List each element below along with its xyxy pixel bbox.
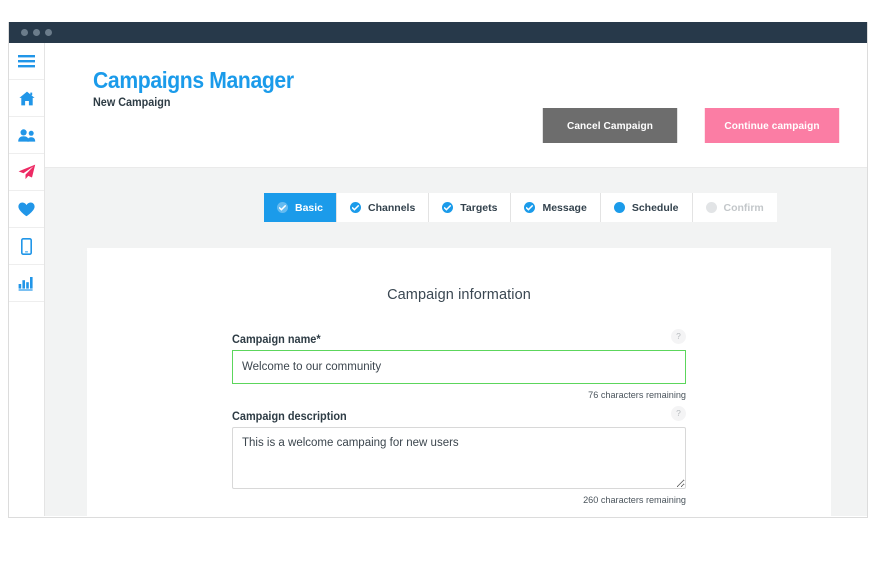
main-content: Campaigns Manager New Campaign Cancel Ca…: [45, 43, 867, 516]
check-circle-icon: [442, 202, 454, 213]
step-tabs: Basic Channels Targets Message Schedule Confi…: [264, 193, 777, 222]
sidebar-item-home[interactable]: [9, 80, 44, 117]
campaign-name-label-row: Campaign name* ?: [232, 329, 686, 348]
window-minimize-dot[interactable]: [33, 29, 40, 36]
heart-icon: [18, 202, 35, 217]
step-tab-label: Basic: [295, 201, 324, 214]
check-circle-icon: [524, 202, 536, 213]
step-tab-label: Message: [542, 201, 587, 214]
step-tab-label: Targets: [460, 201, 498, 214]
window-controls: [21, 29, 52, 36]
window-titlebar: [9, 22, 867, 43]
help-icon-campaign-name[interactable]: ?: [671, 329, 686, 344]
step-tab-label: Channels: [368, 201, 416, 214]
section-title: Campaign information: [387, 287, 531, 303]
header-actions: Cancel Campaign Continue campaign: [540, 108, 842, 143]
browser-window: Campaigns Manager New Campaign Cancel Ca…: [8, 22, 868, 518]
page-subtitle: New Campaign: [93, 97, 171, 109]
menu-toggle[interactable]: [9, 43, 44, 80]
steps-zone: Basic Channels Targets Message Schedule Confi…: [45, 168, 867, 248]
sidebar-item-campaigns[interactable]: [9, 154, 44, 191]
step-tab-message[interactable]: Message: [511, 193, 601, 222]
campaign-description-label: Campaign description: [232, 411, 347, 423]
campaign-name-input[interactable]: [232, 350, 686, 384]
home-icon: [18, 91, 35, 106]
step-tab-channels[interactable]: Channels: [337, 193, 430, 222]
continue-campaign-button[interactable]: Continue campaign: [704, 108, 840, 143]
check-circle-icon: [277, 202, 288, 213]
browser-viewport: Campaigns Manager New Campaign Cancel Ca…: [9, 43, 867, 516]
hamburger-menu-icon: [18, 54, 35, 68]
campaign-form: Campaign name* ? 76 characters remaining…: [232, 303, 686, 506]
step-tab-label: Schedule: [631, 201, 679, 214]
page-title: Campaigns Manager: [93, 67, 294, 93]
sidebar-item-reports[interactable]: [9, 265, 44, 302]
sidebar-item-engagement[interactable]: [9, 191, 44, 228]
circle-icon: [613, 202, 625, 213]
step-tab-targets[interactable]: Targets: [429, 193, 512, 222]
sidebar-item-contacts[interactable]: [9, 117, 44, 154]
step-tab-confirm: Confirm: [692, 193, 777, 222]
window-close-dot[interactable]: [21, 29, 28, 36]
users-icon: [17, 128, 36, 142]
campaign-name-counter: 76 characters remaining: [588, 390, 686, 401]
campaign-form-card: Campaign information Campaign name* ? 76…: [87, 248, 831, 516]
sidebar: [9, 43, 45, 516]
circle-icon: [705, 202, 717, 213]
paper-plane-icon: [18, 164, 36, 180]
bar-chart-icon: [18, 276, 35, 291]
mobile-phone-icon: [21, 237, 32, 255]
step-tab-schedule[interactable]: Schedule: [600, 193, 693, 222]
help-icon-campaign-description[interactable]: ?: [671, 406, 686, 421]
page-header: Campaigns Manager New Campaign Cancel Ca…: [45, 43, 867, 168]
sidebar-item-mobile[interactable]: [9, 228, 44, 265]
campaign-description-counter: 260 characters remaining: [583, 495, 686, 506]
cancel-campaign-button[interactable]: Cancel Campaign: [542, 108, 678, 143]
campaign-description-label-row: Campaign description ?: [232, 406, 686, 425]
check-circle-icon: [350, 202, 362, 213]
step-tab-basic[interactable]: Basic: [264, 193, 338, 222]
step-tab-label: Confirm: [723, 201, 764, 214]
campaign-description-textarea[interactable]: [232, 427, 686, 489]
window-maximize-dot[interactable]: [45, 29, 52, 36]
campaign-name-label: Campaign name*: [232, 334, 321, 346]
screenshot-root: Campaigns Manager New Campaign Cancel Ca…: [0, 0, 884, 570]
